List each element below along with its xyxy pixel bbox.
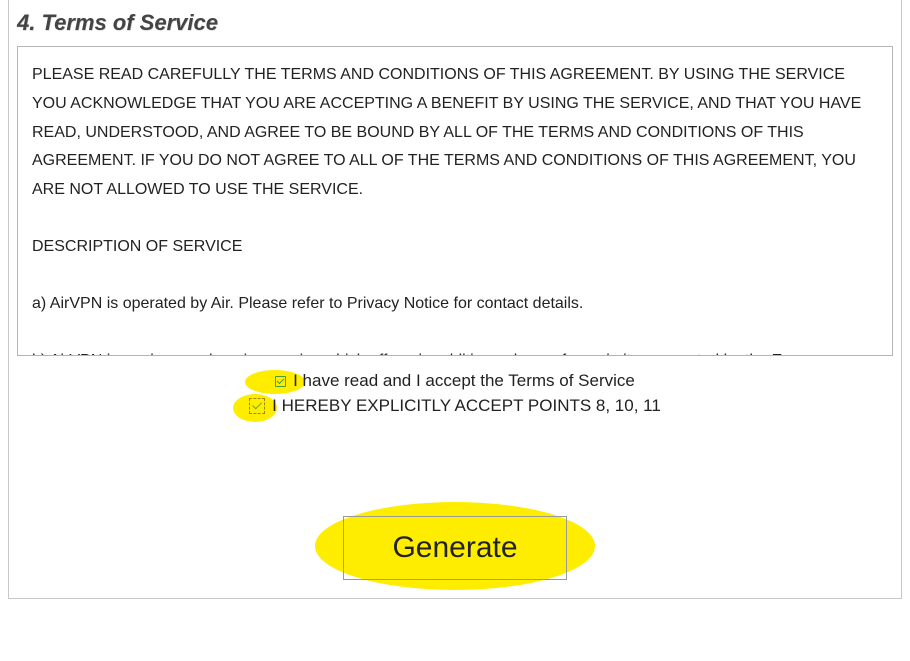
tos-paragraph: PLEASE READ CAREFULLY THE TERMS AND COND… xyxy=(32,61,878,205)
terms-panel: 4. Terms of Service PLEASE READ CAREFULL… xyxy=(8,0,902,599)
tos-paragraph: b) AirVPN is a privacy enhancing service… xyxy=(32,347,878,356)
button-area: Generate xyxy=(17,516,893,580)
accept-points-checkbox[interactable] xyxy=(249,398,265,414)
tos-paragraph: DESCRIPTION OF SERVICE xyxy=(32,233,878,262)
checkbox-area: I have read and I accept the Terms of Se… xyxy=(17,370,893,416)
section-title: 4. Terms of Service xyxy=(17,10,893,36)
accept-points-label: I HEREBY EXPLICITLY ACCEPT POINTS 8, 10,… xyxy=(272,396,661,416)
accept-tos-checkbox[interactable] xyxy=(275,376,286,387)
generate-button[interactable]: Generate xyxy=(343,516,566,580)
accept-tos-label: I have read and I accept the Terms of Se… xyxy=(293,371,635,391)
tos-textbox[interactable]: PLEASE READ CAREFULLY THE TERMS AND COND… xyxy=(17,46,893,356)
tos-paragraph: a) AirVPN is operated by Air. Please ref… xyxy=(32,290,878,319)
